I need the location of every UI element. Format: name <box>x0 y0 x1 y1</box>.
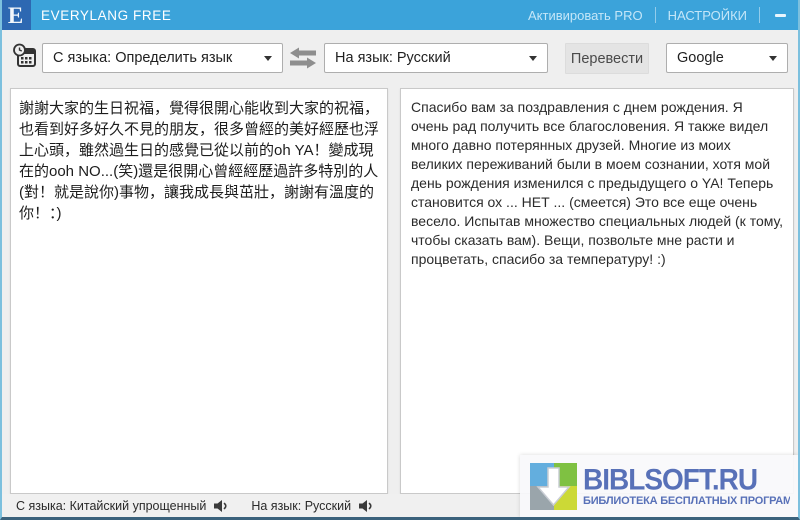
watermark-site: BIBLSOFT.RU <box>583 465 790 495</box>
toolbar: С языка: Определить язык На язык: Русски… <box>2 30 798 87</box>
titlebar: E EVERYLANG FREE Активировать PRO НАСТРО… <box>0 0 800 30</box>
chevron-down-icon <box>769 56 777 61</box>
chevron-down-icon <box>529 56 537 61</box>
history-button[interactable] <box>12 43 38 69</box>
source-language-dropdown-label: С языка: Определить язык <box>53 50 232 66</box>
titlebar-actions: Активировать PRO НАСТРОЙКИ <box>516 0 800 30</box>
biblsoft-watermark: BIBLSOFT.RU БИБЛИОТЕКА БЕСПЛАТНЫХ ПРОГРА… <box>520 455 798 517</box>
status-source-language-label: С языка: Китайский упрощенный <box>16 499 206 513</box>
status-target-language: На язык: Русский <box>251 499 374 513</box>
status-target-language-label: На язык: Русский <box>251 499 351 513</box>
history-icon <box>12 56 38 73</box>
translation-provider-dropdown[interactable]: Google <box>666 43 788 73</box>
source-text-area[interactable]: 謝謝大家的生日祝福，覺得很開心能收到大家的祝福，也看到好多好久不見的朋友，很多曾… <box>10 88 388 494</box>
translated-text-area[interactable]: Спасибо вам за поздравления с днем рожде… <box>400 88 794 494</box>
source-language-dropdown[interactable]: С языка: Определить язык <box>42 43 283 73</box>
minimize-button[interactable] <box>760 0 800 30</box>
window-title: EVERYLANG FREE <box>41 8 171 23</box>
download-icon <box>530 463 577 510</box>
speaker-icon <box>358 499 374 513</box>
app-logo: E <box>0 0 31 30</box>
minimize-icon <box>775 14 786 17</box>
target-language-dropdown[interactable]: На язык: Русский <box>324 43 548 73</box>
activate-pro-link[interactable]: Активировать PRO <box>516 0 655 30</box>
speak-target-button[interactable] <box>358 499 374 513</box>
watermark-text: BIBLSOFT.RU БИБЛИОТЕКА БЕСПЛАТНЫХ ПРОГРА… <box>583 465 790 507</box>
app-logo-letter: E <box>8 4 23 27</box>
swap-languages-button[interactable] <box>288 47 318 69</box>
swap-languages-icon <box>288 56 318 73</box>
status-source-language: С языка: Китайский упрощенный <box>16 499 229 513</box>
speak-source-button[interactable] <box>213 499 229 513</box>
everylang-window: E EVERYLANG FREE Активировать PRO НАСТРО… <box>0 0 800 520</box>
watermark-tagline: БИБЛИОТЕКА БЕСПЛАТНЫХ ПРОГРАММ <box>583 495 790 507</box>
target-language-dropdown-label: На язык: Русский <box>335 50 451 66</box>
chevron-down-icon <box>264 56 272 61</box>
speaker-icon <box>213 499 229 513</box>
translation-provider-dropdown-label: Google <box>677 50 724 66</box>
settings-link[interactable]: НАСТРОЙКИ <box>656 0 759 30</box>
translate-button[interactable]: Перевести <box>565 43 649 74</box>
